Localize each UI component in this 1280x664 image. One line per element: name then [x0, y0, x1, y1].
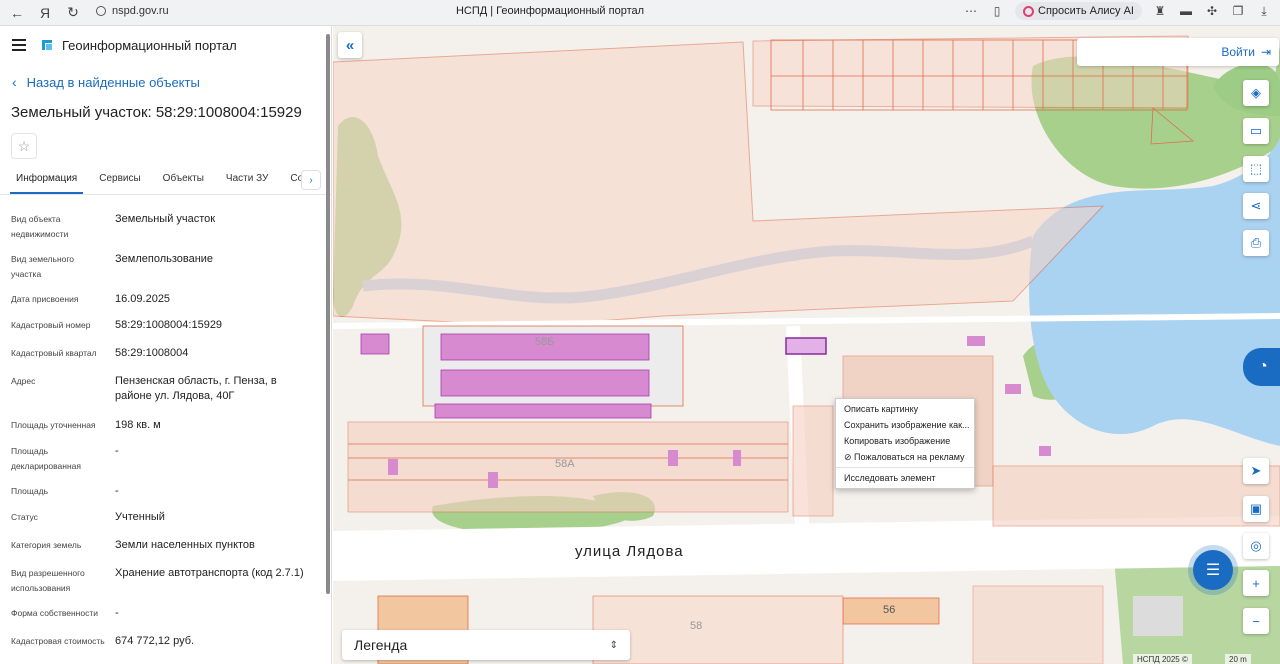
- updown-chevron-icon: ⇕: [609, 639, 618, 651]
- locate-icon[interactable]: ➤: [1243, 458, 1269, 484]
- back-link-label: Назад в найденные объекты: [26, 74, 200, 90]
- tab-objects[interactable]: Объекты: [157, 169, 210, 194]
- property-value: -: [115, 445, 119, 457]
- property-key: Кадастровая стоимость: [11, 636, 105, 646]
- property-key: Кадастровый номер: [11, 320, 91, 330]
- map-canvas[interactable]: [333, 26, 1280, 664]
- map-label-58: 58: [690, 620, 703, 632]
- context-menu-item[interactable]: Сохранить изображение как...: [836, 417, 974, 433]
- chevron-left-icon: ‹: [12, 74, 17, 90]
- property-value: 58:29:1008004: [115, 347, 189, 359]
- map-label-56: 56: [883, 604, 896, 616]
- puzzle-icon[interactable]: ✣: [1204, 3, 1220, 19]
- menu-divider: [836, 467, 974, 468]
- app-name: Геоинформационный портал: [62, 37, 237, 53]
- login-icon: ⇥: [1260, 45, 1271, 59]
- property-key: Статус: [11, 512, 38, 522]
- tab-services[interactable]: Сервисы: [93, 169, 146, 194]
- property-value: Пензенская область, г. Пенза, в районе у…: [115, 375, 277, 402]
- chat-icon[interactable]: ☰: [1193, 550, 1233, 590]
- login-label: Войти: [1221, 45, 1255, 59]
- property-value: -: [115, 485, 119, 497]
- back-to-results-link[interactable]: ‹ Назад в найденные объекты: [12, 74, 331, 90]
- select-area-icon[interactable]: ⬚: [1243, 156, 1269, 182]
- hat-icon[interactable]: ▬: [1178, 3, 1194, 19]
- property-value: 16.09.2025: [115, 293, 171, 305]
- alice-label: Спросить Алису AI: [1038, 5, 1134, 17]
- map-label-58a: 58А: [555, 458, 575, 470]
- panel-scrollbar[interactable]: [326, 34, 330, 594]
- menu-icon[interactable]: [12, 39, 26, 51]
- info-panel: Геоинформационный портал ‹ Назад в найде…: [0, 26, 332, 664]
- more-icon[interactable]: ⋯: [963, 3, 979, 19]
- property-key: Адрес: [11, 376, 36, 386]
- property-value: 198 кв. м: [115, 419, 161, 431]
- minimap-icon[interactable]: ▣: [1243, 496, 1269, 522]
- zoom-in-button[interactable]: +: [1243, 570, 1269, 596]
- property-value: 58:29:1008004:15929: [115, 319, 223, 331]
- collections-icon[interactable]: ❐: [1230, 3, 1246, 19]
- property-key: Площадь декларированная: [11, 446, 81, 471]
- copyright-label: НСПД 2025 ©: [1133, 654, 1192, 664]
- context-menu-item[interactable]: Копировать изображение: [836, 433, 974, 449]
- map-view[interactable]: 58Б 58А 58 56 улица Лядова « Войти ⇥ ◈ ▭…: [333, 26, 1280, 664]
- tabs-scroll-right-icon[interactable]: ›: [301, 170, 321, 190]
- layers-icon[interactable]: ◈: [1243, 80, 1269, 106]
- print-icon[interactable]: ⎙: [1243, 230, 1269, 256]
- property-value: Учтенный: [115, 511, 165, 523]
- tab-title: НСПД | Геоинформационный портал: [455, 5, 645, 17]
- feedback-tab-icon[interactable]: ◔: [1243, 348, 1280, 386]
- context-menu-item[interactable]: Описать картинку: [836, 401, 974, 417]
- property-key: Категория земель: [11, 540, 82, 550]
- property-key: Дата присвоения: [11, 294, 79, 304]
- alice-button[interactable]: Спросить Алису AI: [1015, 2, 1142, 20]
- bookmark-icon[interactable]: ▯: [989, 3, 1005, 19]
- property-key: Вид земельного участка: [11, 254, 75, 279]
- zoom-out-button[interactable]: −: [1243, 608, 1269, 634]
- property-key: Вид разрешенного использования: [11, 568, 85, 593]
- property-value: -: [115, 607, 119, 619]
- page-title: Земельный участок: 58:29:1008004:15929: [11, 104, 302, 121]
- property-key: Вид объекта недвижимости: [11, 214, 69, 239]
- property-value: Земельный участок: [115, 213, 216, 225]
- legend-selector[interactable]: Легенда ⇕: [342, 630, 630, 660]
- tab-parts[interactable]: Части ЗУ: [220, 169, 274, 194]
- property-value: Земли населенных пунктов: [115, 539, 255, 551]
- property-key: Кадастровый квартал: [11, 348, 97, 358]
- alice-icon: [1023, 5, 1035, 17]
- property-value: Хранение автотранспорта (код 2.7.1): [115, 567, 304, 579]
- property-key: Форма собственности: [11, 608, 98, 618]
- browser-toolbar: ← Я ↻ nspd.gov.ru НСПД | Геоинформационн…: [0, 0, 1280, 26]
- tab-info[interactable]: Информация: [10, 169, 84, 194]
- street-label: улица Лядова: [575, 543, 684, 560]
- context-menu-item[interactable]: Исследовать элемент: [836, 470, 974, 486]
- portal-logo-icon: [42, 40, 52, 50]
- property-value: Землепользование: [115, 253, 214, 265]
- block-icon: ⊘: [844, 452, 855, 462]
- property-value: 674 772,12 руб.: [115, 635, 195, 647]
- property-key: Площадь уточненная: [11, 420, 96, 430]
- context-menu-item-report[interactable]: ⊘ Пожаловаться на рекламу: [836, 449, 974, 465]
- favorite-star-icon[interactable]: ☆: [11, 133, 37, 159]
- download-icon[interactable]: ⤓: [1256, 3, 1272, 19]
- property-key: Площадь: [11, 486, 49, 496]
- login-button[interactable]: Войти ⇥: [1077, 38, 1279, 66]
- scale-label: 20 m: [1225, 654, 1251, 664]
- collapse-panel-icon[interactable]: «: [338, 32, 362, 58]
- context-menu: Описать картинку Сохранить изображение к…: [835, 398, 975, 489]
- ruler-icon[interactable]: ▭: [1243, 118, 1269, 144]
- report-label: Пожаловаться на рекламу: [854, 452, 965, 462]
- map-label-58b: 58Б: [535, 336, 555, 348]
- tab-bar: Информация Сервисы Объекты Части ЗУ Сост…: [0, 169, 331, 195]
- geo-search-icon[interactable]: ◎: [1243, 533, 1269, 559]
- extension-icon[interactable]: ♜: [1152, 3, 1168, 19]
- share-icon[interactable]: ⋖: [1243, 193, 1269, 219]
- legend-label: Легенда: [354, 637, 408, 653]
